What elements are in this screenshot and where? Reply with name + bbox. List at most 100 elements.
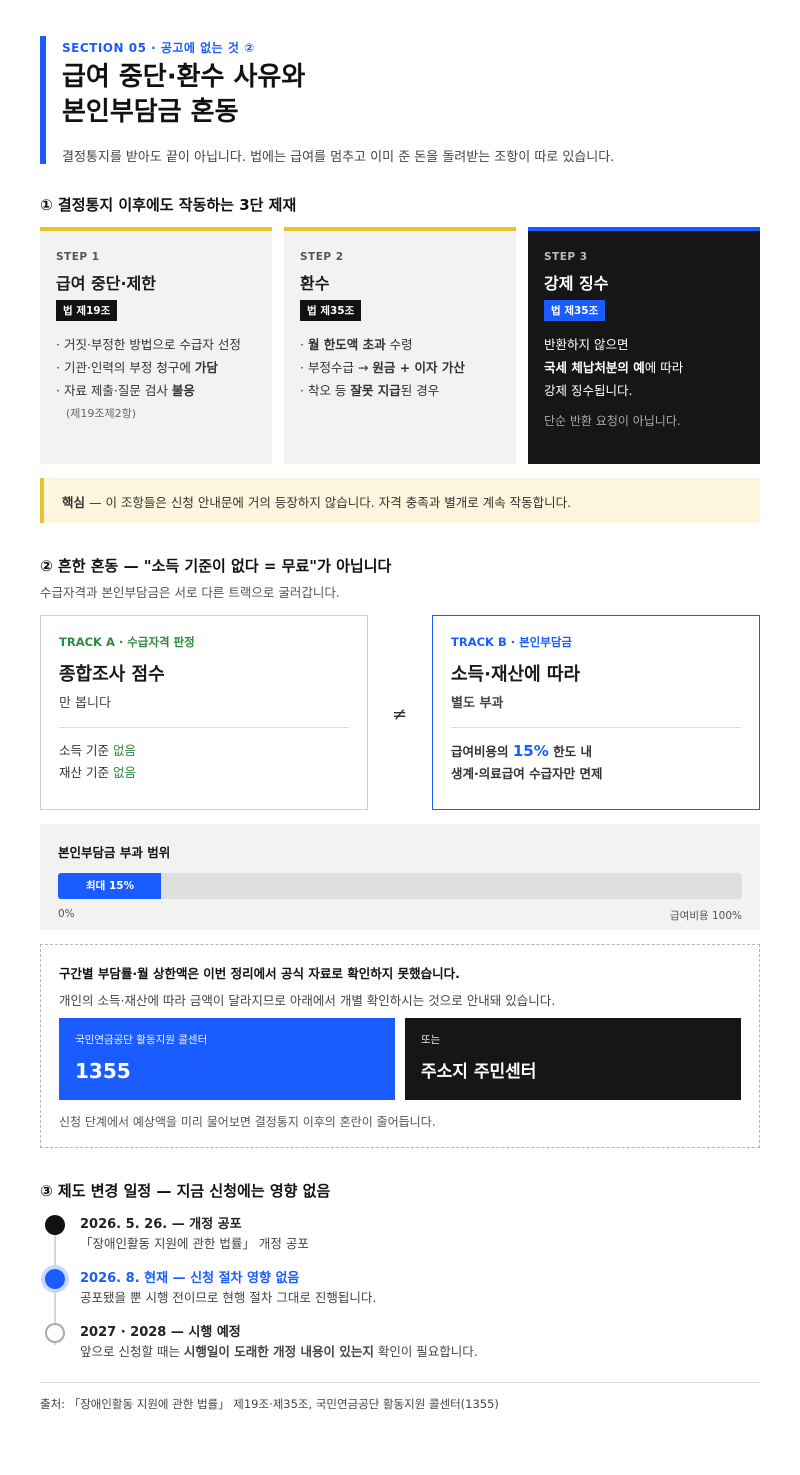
track-subtitle: 별도 부과 bbox=[451, 696, 504, 711]
timeline-dot-current bbox=[45, 1269, 65, 1289]
not-equal-sign: ≠ bbox=[392, 704, 408, 725]
timeline-dot-future bbox=[45, 1323, 65, 1343]
law-badge: 법 제35조 bbox=[544, 300, 606, 321]
callout-text: — 이 조항들은 신청 안내문에 거의 등장하지 않습니다. 자격 충족과 별개… bbox=[85, 495, 572, 510]
section2-subtitle: 수급자격과 본인부담금은 서로 다른 트랙으로 굴러갑니다. bbox=[40, 585, 340, 600]
track-a-card: TRACK A · 수급자격 판정 종합조사 점수 만 봅니다 소득 기준 없음… bbox=[40, 615, 368, 810]
list-text: · 자료 제출·질문 검사 bbox=[56, 383, 172, 398]
timeline-desc: 공포됐을 뿐 시행 전이므로 현행 절차 그대로 진행됩니다. bbox=[80, 1290, 377, 1305]
range-bar-fill: 최대 15% bbox=[58, 873, 161, 899]
title-line-1: 급여 중단·환수 사유와 bbox=[62, 62, 306, 92]
or-label: 또는 bbox=[421, 1034, 441, 1046]
step-list: · 월 한도액 초과 수령 · 부정수급 → 원금 + 이자 가산 · 착오 등… bbox=[300, 333, 500, 402]
list-text: · 착오 등 bbox=[300, 383, 351, 398]
list-text: · 기관·인력의 부정 청구에 bbox=[56, 360, 195, 375]
step-title: 급여 중단·제한 bbox=[56, 274, 156, 293]
range-axis: 0% 급여비용 100% bbox=[58, 908, 742, 922]
divider bbox=[451, 727, 741, 728]
desc-text: 앞으로 신청할 때는 bbox=[80, 1344, 184, 1359]
list-item: · 부정수급 → 원금 + 이자 가산 bbox=[300, 356, 500, 379]
step-title: 강제 징수 bbox=[544, 274, 609, 293]
title-line-2: 본인부담금 혼동 bbox=[62, 97, 239, 127]
info-text: 개인의 소득·재산에 따라 금액이 달라지므로 아래에서 개별 확인하시는 것으… bbox=[59, 993, 556, 1008]
list-emphasis: 잘못 지급 bbox=[350, 383, 401, 398]
section1-heading: ① 결정통지 이후에도 작동하는 3단 제재 bbox=[40, 196, 297, 214]
list-item: · 월 한도액 초과 수령 bbox=[300, 333, 500, 356]
copay-range-panel: 본인부담금 부과 범위 최대 15% 0% 급여비용 100% bbox=[40, 824, 760, 930]
section3-heading: ③ 제도 변경 일정 — 지금 신청에는 영향 없음 bbox=[40, 1182, 331, 1200]
step-note: 단순 반환 요청이 아닙니다. bbox=[544, 414, 681, 428]
list-emphasis: 월 한도액 초과 bbox=[307, 337, 386, 352]
body-text: 에 따라 bbox=[644, 360, 684, 375]
timeline-item-current: 2026. 8. 현재 — 신청 절차 영향 없음 공포됐을 뿐 시행 전이므로… bbox=[40, 1266, 760, 1316]
step-card-2: STEP 2 환수 법 제35조 · 월 한도액 초과 수령 · 부정수급 → … bbox=[284, 227, 516, 464]
step-card-3: STEP 3 강제 징수 법 제35조 반환하지 않으면 국세 체납처분의 예에… bbox=[528, 227, 760, 464]
body-value: 없음 bbox=[112, 765, 136, 780]
timeline-item: 2027 · 2028 — 시행 예정 앞으로 신청할 때는 시행일이 도래한 … bbox=[40, 1320, 760, 1370]
range-bar: 최대 15% bbox=[58, 873, 742, 899]
body-line: 재산 기준 없음 bbox=[59, 762, 349, 784]
body-line: 소득 기준 없음 bbox=[59, 740, 349, 762]
step-body: 반환하지 않으면 국세 체납처분의 예에 따라 강제 징수됩니다. bbox=[544, 333, 744, 402]
page-title: 급여 중단·환수 사유와 본인부담금 혼동 bbox=[62, 60, 305, 130]
list-item: · 착오 등 잘못 지급된 경우 bbox=[300, 379, 500, 402]
body-value: 15% bbox=[512, 742, 549, 760]
axis-right-label: 급여비용 100% bbox=[670, 910, 742, 922]
list-item: · 거짓·부정한 방법으로 수급자 선정 bbox=[56, 337, 241, 352]
list-item: · 기관·인력의 부정 청구에 가담 bbox=[56, 356, 256, 379]
axis-left-label: 0% bbox=[58, 908, 75, 920]
track-title: 종합조사 점수 bbox=[59, 664, 165, 685]
info-heading: 구간별 부담률·월 상한액은 이번 정리에서 공식 자료로 확인하지 못했습니다… bbox=[59, 966, 460, 981]
timeline-title: 2026. 8. 현재 — 신청 절차 영향 없음 bbox=[80, 1271, 300, 1286]
body-value: 없음 bbox=[112, 743, 136, 758]
body-line: 생계·의료급여 수급자만 면제 bbox=[451, 766, 603, 781]
callout-label: 핵심 bbox=[62, 495, 86, 510]
section2-heading: ② 흔한 혼동 — "소득 기준이 없다 = 무료"가 아닙니다 bbox=[40, 557, 392, 575]
timeline-title: 2027 · 2028 — 시행 예정 bbox=[80, 1325, 241, 1340]
track-label: TRACK B · 본인부담금 bbox=[451, 635, 572, 649]
body-text: 소득 기준 bbox=[59, 743, 113, 758]
divider bbox=[59, 727, 349, 728]
body-line: 반환하지 않으면 bbox=[544, 337, 629, 352]
timeline-title: 2026. 5. 26. — 개정 공포 bbox=[80, 1217, 242, 1232]
step-number: STEP 1 bbox=[56, 251, 100, 263]
desc-text: 확인이 필요합니다. bbox=[373, 1344, 478, 1359]
body-text: 한도 내 bbox=[548, 744, 592, 759]
list-emphasis: 가담 bbox=[194, 360, 218, 375]
list-text: 된 경우 bbox=[400, 383, 440, 398]
section-header: SECTION 05 · 공고에 없는 것 ② 급여 중단·환수 사유와 본인부… bbox=[40, 36, 760, 165]
callcenter-label: 국민연금공단 활동지원 콜센터 bbox=[75, 1034, 208, 1046]
body-emphasis: 국세 체납처분의 예 bbox=[544, 360, 645, 375]
list-text: · 부정수급 → bbox=[300, 360, 373, 375]
body-line: 국세 체납처분의 예에 따라 bbox=[544, 356, 744, 379]
list-item: · 자료 제출·질문 검사 불응 bbox=[56, 379, 256, 402]
timeline-item: 2026. 5. 26. — 개정 공포 「장애인활동 지원에 관한 법률」 개… bbox=[40, 1212, 760, 1262]
info-footnote: 신청 단계에서 예상액을 미리 물어보면 결정통지 이후의 혼란이 줄어듭니다. bbox=[59, 1115, 436, 1129]
accent-bar bbox=[40, 36, 46, 164]
list-text: · bbox=[300, 337, 308, 352]
track-body: 급여비용의 15% 한도 내 생계·의료급여 수급자만 면제 bbox=[451, 740, 741, 785]
timeline-desc: 앞으로 신청할 때는 시행일이 도래한 개정 내용이 있는지 확인이 필요합니다… bbox=[80, 1341, 478, 1360]
page-subtitle: 결정통지를 받아도 끝이 아닙니다. 법에는 급여를 멈추고 이미 준 돈을 돌… bbox=[62, 150, 615, 165]
community-center-card[interactable]: 또는 주소지 주민센터 bbox=[405, 1018, 741, 1100]
law-badge: 법 제19조 bbox=[56, 300, 118, 321]
section-label: SECTION 05 · 공고에 없는 것 ② bbox=[62, 41, 255, 55]
body-text: 재산 기준 bbox=[59, 765, 113, 780]
callcenter-card[interactable]: 국민연금공단 활동지원 콜센터 1355 bbox=[59, 1018, 395, 1100]
step-card-1: STEP 1 급여 중단·제한 법 제19조 · 거짓·부정한 방법으로 수급자… bbox=[40, 227, 272, 464]
footer-divider bbox=[40, 1382, 760, 1383]
body-line: 강제 징수됩니다. bbox=[544, 383, 633, 398]
timeline-dot-past bbox=[45, 1215, 65, 1235]
step-number: STEP 3 bbox=[544, 251, 588, 263]
step-number: STEP 2 bbox=[300, 251, 344, 263]
track-title: 소득·재산에 따라 bbox=[451, 664, 581, 685]
list-emphasis: 불응 bbox=[171, 383, 195, 398]
track-label: TRACK A · 수급자격 판정 bbox=[59, 635, 195, 649]
community-center-name: 주소지 주민센터 bbox=[421, 1062, 537, 1082]
list-emphasis: 원금 + 이자 가산 bbox=[372, 360, 465, 375]
step-title: 환수 bbox=[300, 274, 330, 293]
list-note: (제19조제2항) bbox=[66, 407, 137, 420]
list-text: 수령 bbox=[385, 337, 413, 352]
info-box: 구간별 부담률·월 상한액은 이번 정리에서 공식 자료로 확인하지 못했습니다… bbox=[40, 944, 760, 1148]
source-note: 출처: 「장애인활동 지원에 관한 법률」 제19조·제35조, 국민연금공단 … bbox=[40, 1397, 499, 1411]
